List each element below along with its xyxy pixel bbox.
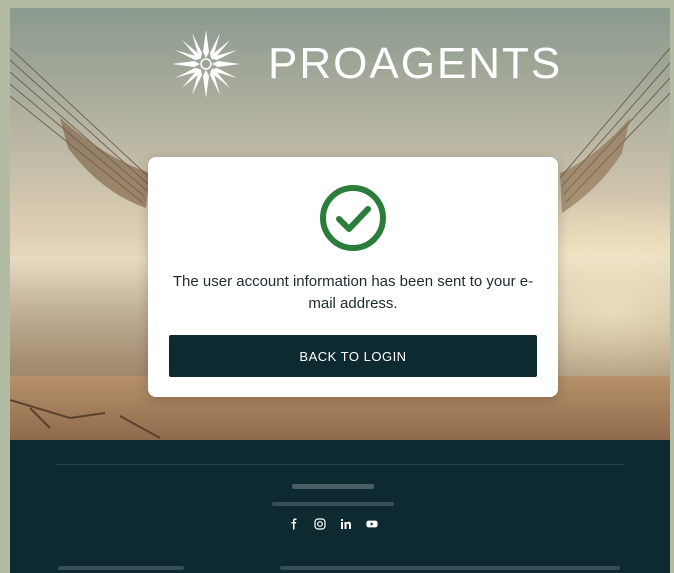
footer-link-placeholder[interactable]: [292, 484, 374, 489]
linkedin-icon[interactable]: [340, 518, 352, 530]
youtube-icon[interactable]: [366, 518, 378, 530]
social-links: [288, 518, 378, 530]
brand-name: PROAGENTS: [268, 39, 563, 88]
footer-copyright-placeholder: [58, 566, 184, 570]
back-to-login-button[interactable]: BACK TO LOGIN: [169, 335, 537, 377]
hero-background: PROAGENTS The user account information h…: [10, 8, 670, 440]
page-frame: PROAGENTS The user account information h…: [10, 8, 670, 573]
facebook-icon[interactable]: [288, 518, 300, 530]
footer: [10, 440, 670, 573]
footer-legal-links-placeholder[interactable]: [280, 566, 620, 570]
sun-logo-icon: [172, 30, 240, 98]
brand-logo: PROAGENTS: [170, 28, 562, 100]
instagram-icon[interactable]: [314, 518, 326, 530]
confirmation-message: The user account information has been se…: [172, 273, 534, 312]
check-circle-icon: [320, 185, 386, 251]
footer-divider: [56, 464, 624, 465]
confirmation-card: The user account information has been se…: [148, 157, 558, 397]
footer-text-placeholder: [272, 502, 394, 506]
